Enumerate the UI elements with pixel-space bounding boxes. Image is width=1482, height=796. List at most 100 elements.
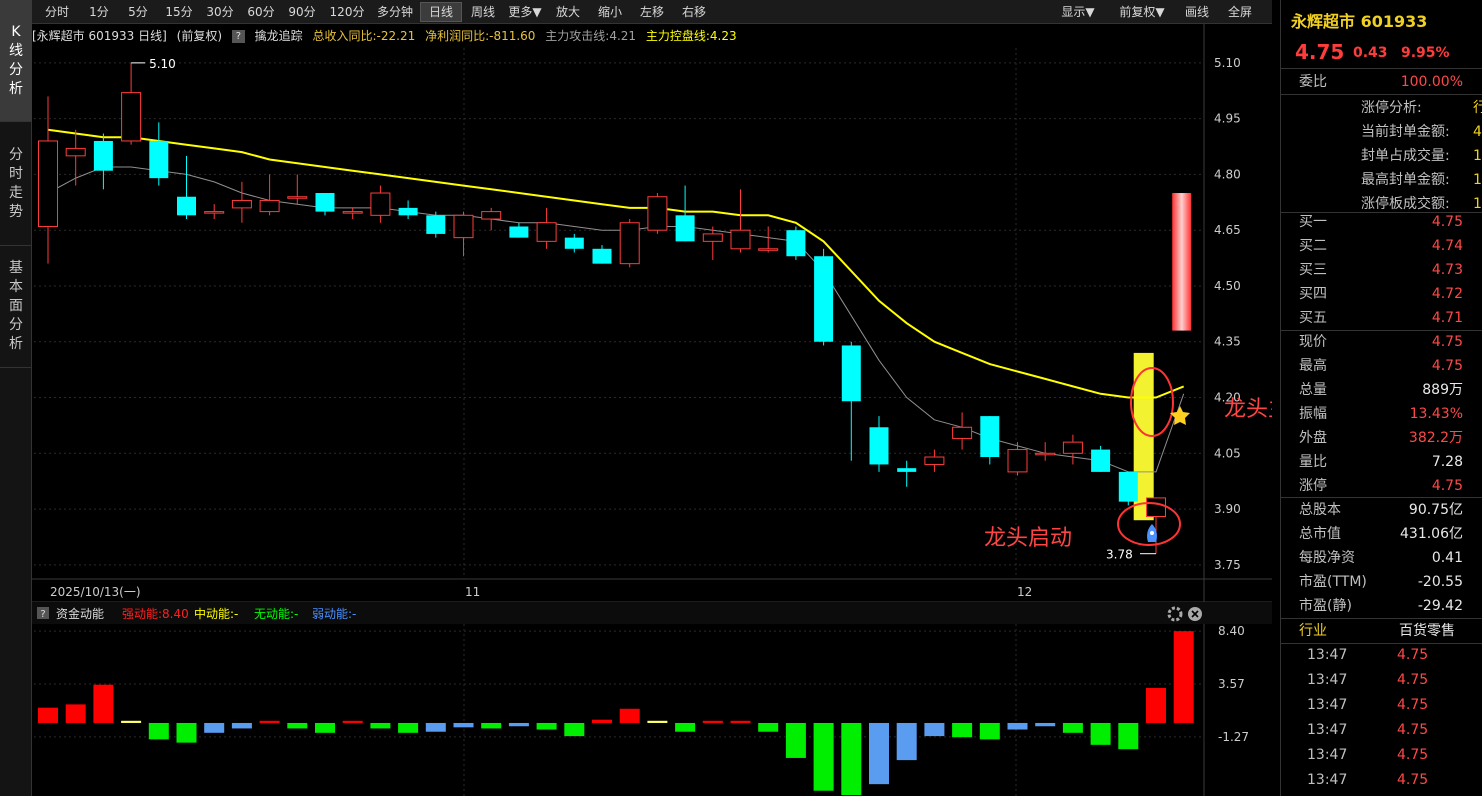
momentum-bar[interactable] [924, 722, 945, 737]
candle-body[interactable] [647, 196, 668, 231]
momentum-bar[interactable] [259, 720, 280, 723]
candle-body[interactable] [177, 196, 196, 216]
momentum-bar[interactable] [1035, 722, 1056, 727]
momentum-bar[interactable] [952, 722, 973, 738]
nav-tab-kline[interactable]: K线分析 [0, 0, 32, 122]
candle-body[interactable] [536, 222, 557, 242]
momentum-bar[interactable] [1118, 722, 1139, 750]
momentum-bar[interactable] [702, 720, 723, 723]
candle-body[interactable] [1035, 452, 1056, 456]
candle-body[interactable] [1172, 193, 1192, 331]
candle-body[interactable] [481, 211, 502, 220]
nav-tab-fundamental[interactable]: 基本面分析 [0, 246, 32, 368]
candle-body[interactable] [93, 140, 113, 171]
momentum-bar[interactable] [453, 722, 474, 728]
candle-body[interactable] [786, 230, 806, 257]
momentum-bar[interactable] [370, 722, 391, 729]
toolbar-button-12[interactable]: 放大 [548, 2, 588, 22]
candle-body[interactable] [315, 193, 335, 212]
candle-body[interactable] [980, 416, 1000, 458]
candle-body[interactable] [453, 214, 474, 239]
momentum-bar[interactable] [65, 704, 86, 723]
candle-body[interactable] [1007, 449, 1028, 473]
candle-body[interactable] [259, 199, 280, 213]
toolbar-right-button-3[interactable]: 全屏 [1220, 2, 1260, 22]
candle-body[interactable] [370, 192, 391, 216]
toolbar-button-4[interactable]: 30分 [200, 2, 240, 22]
candle-body[interactable] [730, 229, 751, 250]
momentum-bar[interactable] [38, 707, 58, 723]
momentum-bar[interactable] [1146, 688, 1166, 723]
candle-body[interactable] [952, 426, 973, 439]
momentum-bar[interactable] [287, 722, 308, 729]
candle-body[interactable] [592, 248, 612, 264]
toolbar-button-6[interactable]: 90分 [282, 2, 322, 22]
momentum-bar[interactable] [93, 684, 114, 723]
momentum-bar[interactable] [758, 722, 779, 732]
candle-body[interactable] [869, 427, 889, 465]
candle-body[interactable] [924, 456, 945, 465]
momentum-bar[interactable] [841, 722, 862, 796]
momentum-bar[interactable] [315, 722, 335, 733]
momentum-bar[interactable] [1062, 722, 1083, 733]
candle-body[interactable] [758, 248, 779, 251]
candle-body[interactable] [509, 226, 529, 238]
candle-body[interactable] [1146, 497, 1166, 518]
momentum-bar[interactable] [869, 722, 889, 785]
momentum-bar[interactable] [564, 722, 585, 737]
momentum-bar[interactable] [481, 722, 502, 729]
momentum-bar[interactable] [785, 722, 806, 758]
candle-body[interactable] [814, 256, 834, 342]
toolbar-right-button-0[interactable]: 显示▼ [1048, 2, 1108, 22]
momentum-bar[interactable] [425, 722, 446, 732]
candle-body[interactable] [1118, 471, 1138, 502]
candle-body[interactable] [841, 345, 861, 402]
momentum-bar[interactable] [896, 722, 917, 761]
help-icon[interactable]: ? [231, 30, 245, 43]
candle-body[interactable] [619, 222, 640, 265]
candle-body[interactable] [121, 92, 142, 142]
toolbar-button-3[interactable]: 15分 [160, 2, 198, 22]
momentum-bar[interactable] [121, 720, 142, 723]
toolbar-button-2[interactable]: 5分 [118, 2, 158, 22]
candle-body[interactable] [204, 211, 225, 214]
candle-body[interactable] [426, 215, 446, 234]
toolbar-button-5[interactable]: 60分 [242, 2, 280, 22]
toolbar-button-8[interactable]: 多分钟 [372, 2, 418, 22]
toolbar-button-14[interactable]: 左移 [632, 2, 672, 22]
candle-body[interactable] [149, 140, 169, 179]
candle-body[interactable] [287, 196, 308, 199]
momentum-bar[interactable] [204, 722, 225, 733]
candle-body[interactable] [675, 215, 695, 242]
momentum-bar[interactable] [675, 722, 696, 732]
candle-body[interactable] [1091, 449, 1111, 472]
momentum-bar[interactable] [1007, 722, 1028, 730]
candle-body[interactable] [38, 140, 58, 227]
candle-body[interactable] [342, 211, 363, 214]
indicator-name[interactable]: 擒龙追踪 [255, 29, 303, 43]
momentum-bar[interactable] [231, 722, 252, 729]
candle-body[interactable] [702, 233, 723, 242]
candle-body[interactable] [1062, 441, 1083, 454]
candle-body[interactable] [564, 237, 584, 249]
toolbar-button-15[interactable]: 右移 [674, 2, 714, 22]
momentum-bar[interactable] [536, 722, 557, 730]
momentum-bar[interactable] [508, 722, 529, 727]
toolbar-button-10[interactable]: 周线 [464, 2, 502, 22]
industry-row[interactable]: 行业 百货零售 [1281, 619, 1482, 643]
toolbar-button-1[interactable]: 1分 [82, 2, 116, 22]
candle-body[interactable] [897, 468, 917, 472]
momentum-bar[interactable] [148, 722, 169, 740]
momentum-bar[interactable] [176, 722, 197, 743]
toolbar-button-0[interactable]: 分时 [34, 2, 80, 22]
toolbar-button-11[interactable]: 更多▼ [504, 2, 546, 22]
momentum-bar[interactable] [730, 720, 751, 723]
momentum-bar[interactable] [647, 720, 668, 723]
momentum-bar[interactable] [592, 719, 612, 723]
toolbar-button-9[interactable]: 日线 [420, 2, 462, 22]
chart-area[interactable]: 5.104.954.804.654.504.354.204.053.903.75… [32, 24, 1272, 796]
momentum-bar[interactable] [1090, 722, 1111, 745]
toolbar-button-13[interactable]: 缩小 [590, 2, 630, 22]
toolbar-right-button-2[interactable]: 画线 [1176, 2, 1218, 22]
toolbar-button-7[interactable]: 120分 [324, 2, 370, 22]
